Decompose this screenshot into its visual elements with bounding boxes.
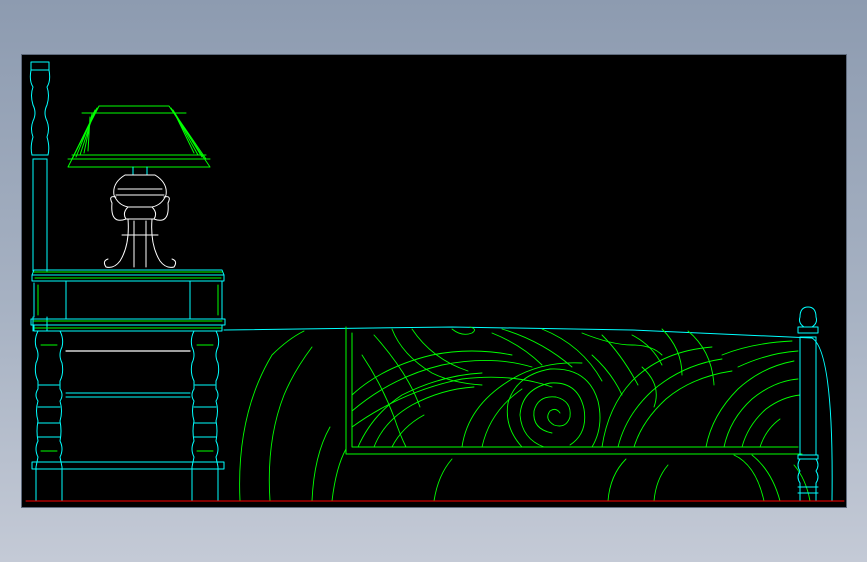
lamp-shade: [67, 105, 211, 168]
bedpost-right: [797, 306, 819, 502]
bedpost-left: [29, 61, 51, 332]
nightstand-leg-left: [34, 330, 64, 502]
bedspread-lower-arcs: [239, 330, 811, 502]
cad-drawing: [25, 61, 845, 502]
nightstand: [30, 269, 226, 502]
lamp-urn-body: [110, 174, 170, 221]
lamp-stand-legs: [103, 218, 177, 268]
nightstand-leg-right: [190, 330, 220, 502]
lamp-finial: [132, 166, 148, 176]
bed-frame-panel: [239, 326, 811, 502]
table-lamp: [67, 105, 211, 268]
bedspread-swirl-pattern: [351, 326, 801, 448]
cad-viewport[interactable]: [21, 54, 847, 508]
